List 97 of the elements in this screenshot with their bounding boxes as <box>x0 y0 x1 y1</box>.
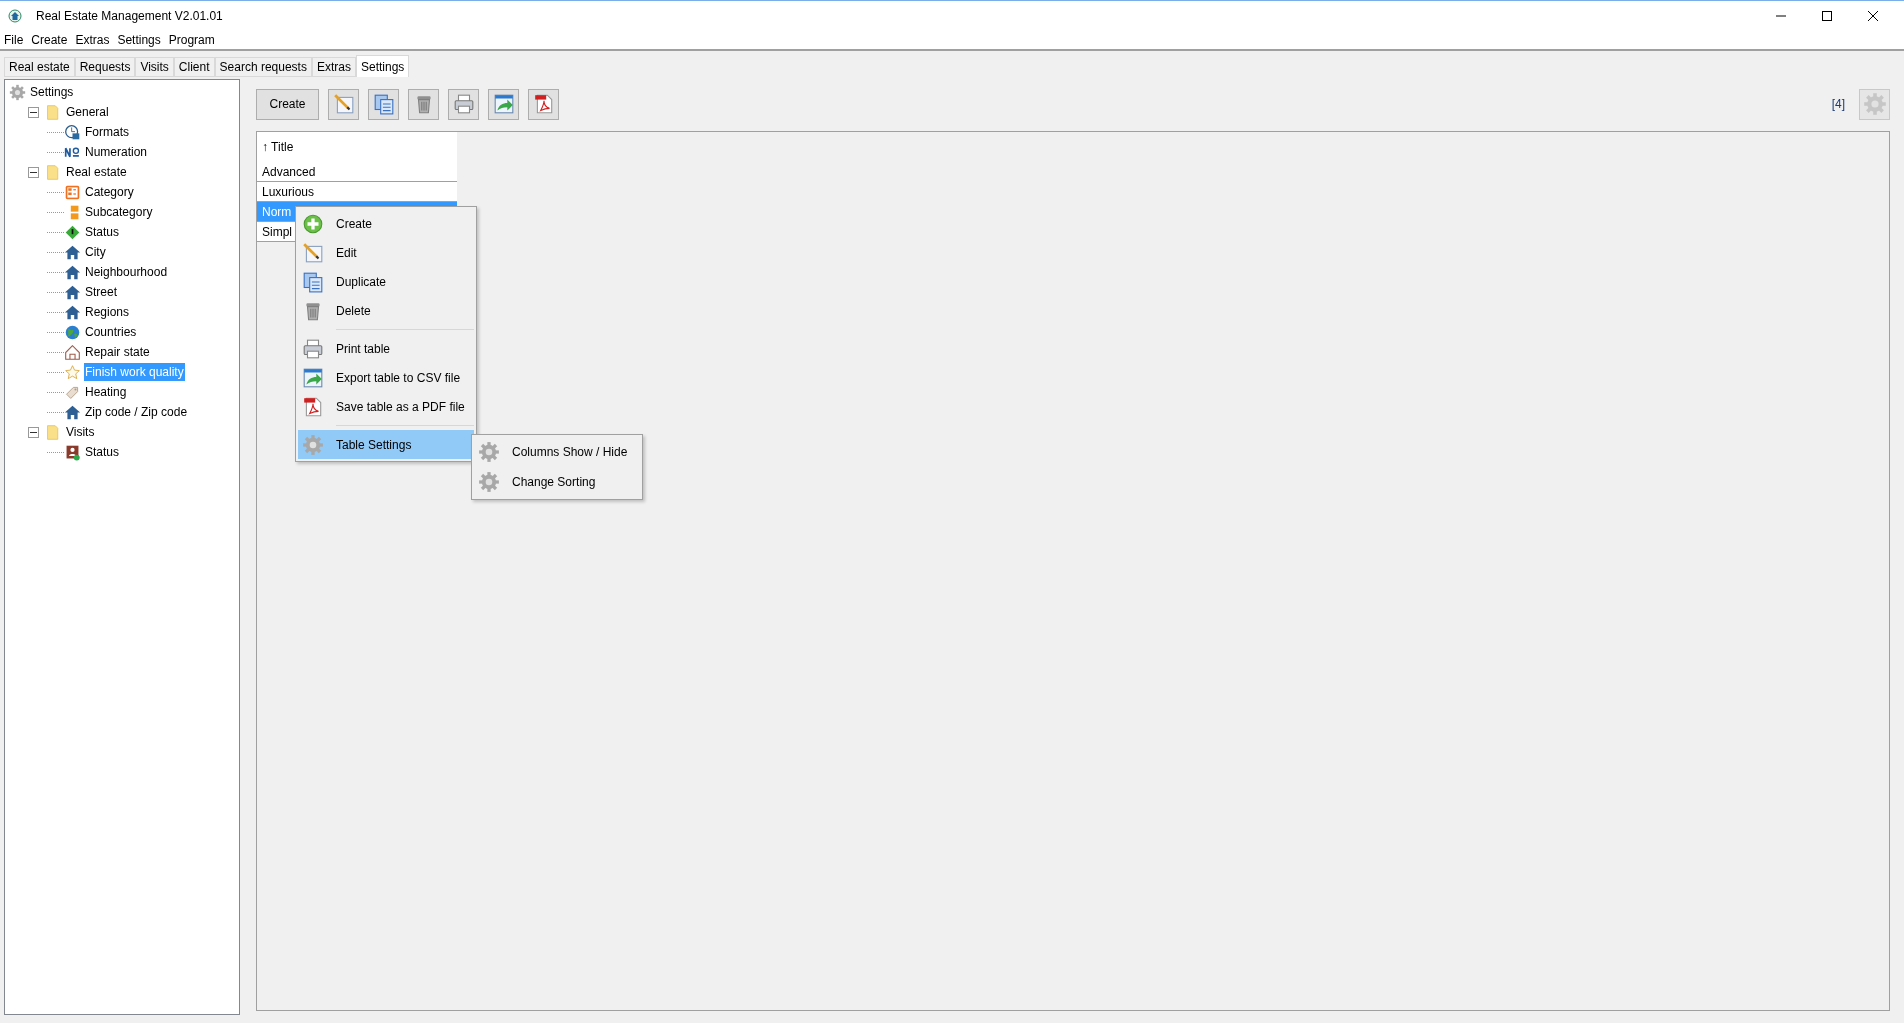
close-icon <box>1868 11 1878 21</box>
pdf-icon <box>302 395 324 418</box>
menu-label: Change Sorting <box>512 474 596 491</box>
menu-label: Table Settings <box>336 436 412 454</box>
menu-item[interactable]: Print table <box>298 334 474 363</box>
tree-item[interactable]: Countries <box>84 323 138 341</box>
menu-label: Edit <box>336 244 357 262</box>
house-icon <box>64 403 81 421</box>
clock-icon <box>64 123 81 141</box>
tree-item[interactable]: Subcategory <box>84 203 154 221</box>
tab[interactable]: Visits <box>135 57 174 77</box>
print-icon <box>452 93 475 115</box>
pdf-button[interactable] <box>528 88 559 120</box>
gear-icon <box>302 433 324 456</box>
gear-icon <box>478 471 500 493</box>
tree-item[interactable]: Real estate <box>65 163 128 181</box>
tree-item[interactable]: Numeration <box>84 143 149 161</box>
tab[interactable]: Requests <box>74 57 136 77</box>
tree-item[interactable]: Repair state <box>84 343 151 361</box>
edit-icon <box>302 241 324 264</box>
tree-item[interactable]: Status <box>84 443 121 461</box>
table-cell-text: Simpl <box>262 223 292 241</box>
tab[interactable]: Client <box>173 57 215 77</box>
duplicate-button[interactable] <box>368 88 399 120</box>
create-button[interactable]: Create <box>256 88 319 120</box>
category-icon <box>64 183 81 201</box>
tab[interactable]: Search requests <box>214 57 312 77</box>
menu-item[interactable]: Duplicate <box>298 267 474 296</box>
menu-label: Duplicate <box>336 273 387 291</box>
tree-item[interactable]: Visits <box>65 423 96 441</box>
house-icon <box>64 243 81 261</box>
star-icon <box>64 363 81 381</box>
table-cell-text: Norm <box>262 203 292 221</box>
tab[interactable]: Real estate <box>4 57 75 77</box>
app-icon <box>8 9 22 23</box>
menu-item[interactable]: Create <box>31 31 68 49</box>
collapse-toggle[interactable] <box>28 166 39 178</box>
house-icon <box>64 303 81 321</box>
delete-button[interactable] <box>408 88 439 120</box>
tree-item[interactable]: General <box>65 103 110 121</box>
visit-icon <box>64 443 81 461</box>
create-icon <box>302 212 324 235</box>
menu-label: Create <box>336 215 373 233</box>
house-icon <box>64 283 81 301</box>
tree-item[interactable]: Neighbourhood <box>84 263 169 281</box>
menu-item[interactable]: Edit <box>298 238 474 267</box>
gear-icon <box>478 441 500 463</box>
tree-item[interactable]: Status <box>84 223 121 241</box>
maximize-icon <box>1822 11 1832 21</box>
menu-item[interactable]: Settings <box>117 31 161 49</box>
pdf-icon <box>532 93 555 115</box>
tree-item[interactable]: Zip code / Zip code <box>84 403 189 421</box>
window-title: Real Estate Management V2.01.01 <box>36 8 223 25</box>
table-cell-text: Advanced <box>262 163 316 181</box>
export-button[interactable] <box>488 88 519 120</box>
house-icon <box>64 263 81 281</box>
globe-icon <box>64 323 81 341</box>
table-cell-text: Luxurious <box>262 183 315 201</box>
settings-icon <box>1862 92 1887 116</box>
menu-item[interactable]: Change Sorting <box>474 467 640 497</box>
tree-item[interactable]: Regions <box>84 303 131 321</box>
tree-item[interactable]: Settings <box>29 83 75 101</box>
tree-item[interactable]: Category <box>84 183 135 201</box>
menu-item[interactable]: Save table as a PDF file <box>298 392 474 421</box>
gear-icon <box>9 83 26 101</box>
menu-item[interactable]: Delete <box>298 296 474 325</box>
menu-item[interactable]: Program <box>168 31 215 49</box>
tree-item[interactable]: Formats <box>84 123 130 141</box>
menu-label: Save table as a PDF file <box>336 398 465 416</box>
menu-item[interactable]: Table Settings <box>298 430 474 459</box>
menu-item[interactable]: Columns Show / Hide <box>474 437 640 467</box>
edit-icon <box>332 93 355 115</box>
outline-house-icon <box>64 343 81 361</box>
menu-item[interactable]: Export table to CSV file <box>298 363 474 392</box>
print-icon <box>302 337 324 360</box>
tree-item[interactable]: Heating <box>84 383 128 401</box>
edit-button[interactable] <box>328 88 359 120</box>
menu-label: Delete <box>336 302 371 320</box>
menu-item[interactable]: Create <box>298 209 474 238</box>
tab[interactable]: Settings <box>355 55 410 77</box>
tab[interactable]: Extras <box>311 57 356 77</box>
duplicate-icon <box>302 270 324 293</box>
menu-label: Print table <box>336 340 391 358</box>
tree-item[interactable]: Street <box>84 283 118 301</box>
menu-label: Columns Show / Hide <box>512 444 628 461</box>
export-icon <box>492 93 515 115</box>
collapse-toggle[interactable] <box>28 426 39 438</box>
duplicate-icon <box>372 93 395 115</box>
menu-item[interactable]: Extras <box>75 31 110 49</box>
menu-item[interactable]: File <box>4 31 24 49</box>
print-button[interactable] <box>448 88 479 120</box>
tree-item[interactable]: City <box>84 243 107 261</box>
menu-label: Export table to CSV file <box>336 369 461 387</box>
collapse-toggle[interactable] <box>28 106 39 118</box>
export-icon <box>302 366 324 389</box>
diamond-icon <box>64 223 81 241</box>
record-count: [4] <box>1831 96 1845 113</box>
